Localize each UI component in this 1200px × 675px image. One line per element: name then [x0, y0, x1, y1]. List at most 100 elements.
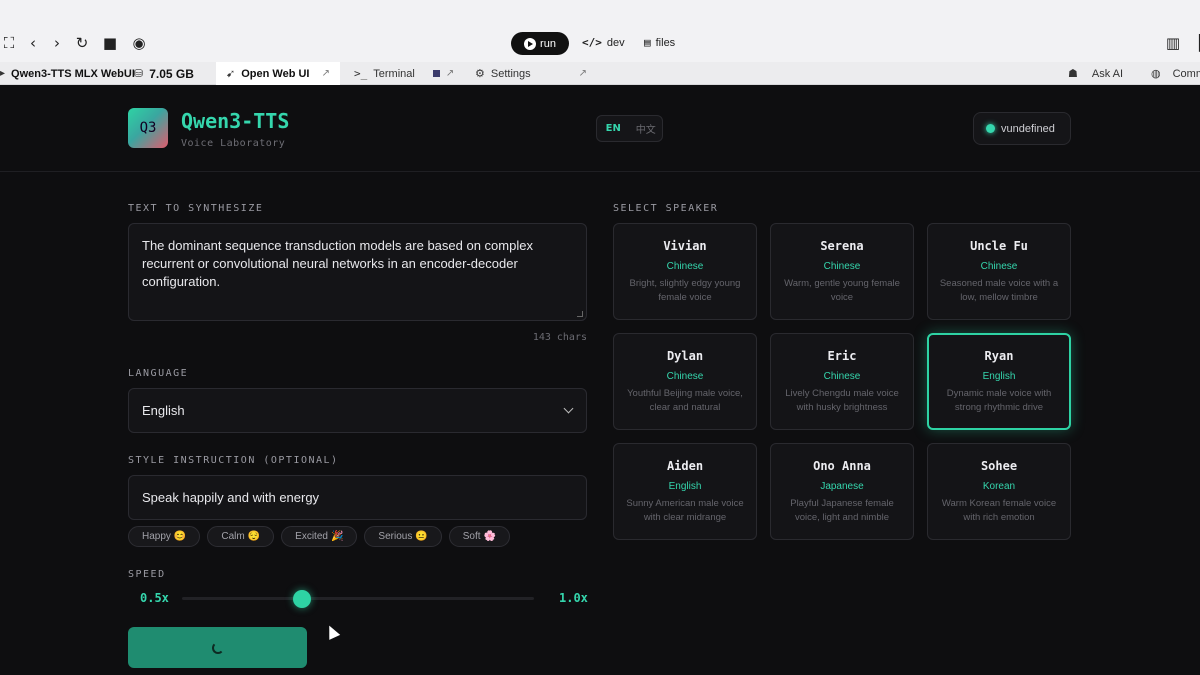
- text-input-value: The dominant sequence transduction model…: [142, 238, 533, 289]
- tab-settings-label: Settings: [490, 67, 531, 80]
- resize-handle-icon[interactable]: [577, 311, 583, 317]
- chevron-down-icon: [563, 403, 574, 414]
- neutral-face-icon: 😐: [415, 531, 428, 542]
- files-link[interactable]: ▤ files: [644, 36, 675, 49]
- speaker-card-ono-anna[interactable]: Ono Anna Japanese Playful Japanese female …: [770, 443, 914, 540]
- ui-language-toggle: EN 中文: [596, 115, 663, 142]
- sidebar-icon[interactable]: ▐: [1190, 34, 1200, 52]
- lang-en-option[interactable]: EN: [597, 123, 630, 134]
- style-instruction-input[interactable]: Speak happily and with energy: [128, 475, 587, 520]
- terminal-icon: >_: [354, 67, 368, 80]
- browser-toolbar: [0, 0, 1200, 62]
- camera-icon[interactable]: ■: [101, 34, 119, 52]
- speed-min-label: 0.5x: [140, 591, 169, 605]
- style-label: STYLE INSTRUCTION (OPTIONAL): [128, 455, 339, 466]
- dev-link[interactable]: </> dev: [582, 36, 625, 49]
- speaker-name: Sohee: [980, 459, 1018, 473]
- text-input[interactable]: The dominant sequence transduction model…: [128, 223, 587, 321]
- speed-value-label: 1.0x: [559, 591, 588, 605]
- speaker-card-sohee[interactable]: Sohee Korean Warm Korean female voice with…: [927, 443, 1071, 540]
- eye-icon[interactable]: ◉: [130, 34, 148, 52]
- preset-label: Soft: [462, 531, 481, 542]
- mouse-cursor-icon: [323, 623, 341, 640]
- tab-open-web-ui[interactable]: ➹ Open Web UI ↗: [216, 62, 340, 85]
- speaker-card-dylan[interactable]: Dylan Chinese Youthful Beijing male voice,…: [613, 333, 757, 430]
- speed-label: SPEED: [128, 569, 166, 580]
- speaker-card-aiden[interactable]: Aiden English Sunny American male voice wi…: [613, 443, 757, 540]
- status-text: vundefined: [1001, 122, 1055, 135]
- app-root: Q3 Qwen3-TTS Voice Laboratory EN 中文 vund…: [0, 85, 1200, 675]
- speaker-card-uncle-fu[interactable]: Uncle Fu Chinese Seasoned male voice with …: [927, 223, 1071, 320]
- language-label: LANGUAGE: [128, 368, 189, 379]
- preset-chip-excited[interactable]: Excited 🎉: [281, 526, 358, 547]
- preset-chip-calm[interactable]: Calm 😌: [207, 526, 275, 547]
- tab-community[interactable]: ◍ Comm: [1151, 62, 1200, 85]
- language-selected-value: English: [142, 403, 185, 418]
- reload-icon[interactable]: ↻: [73, 34, 91, 52]
- speaker-language: Chinese: [666, 261, 704, 272]
- speaker-language: Korean: [982, 481, 1016, 492]
- speaker-description: Seasoned male voice with a low, mellow t…: [939, 278, 1059, 303]
- speaker-language: English: [668, 481, 702, 492]
- language-select[interactable]: English: [128, 388, 587, 433]
- blossom-icon: 🌸: [483, 531, 497, 542]
- robot-icon: ☗: [1068, 67, 1078, 80]
- preset-label: Excited: [295, 531, 328, 542]
- rocket-icon: ➹: [226, 67, 236, 80]
- run-button[interactable]: run: [511, 32, 569, 55]
- external-link-icon[interactable]: ↗: [322, 68, 330, 79]
- speaker-language: Chinese: [666, 371, 704, 382]
- speaker-name: Aiden: [666, 459, 704, 473]
- external-link-icon[interactable]: ↗: [446, 68, 454, 79]
- dev-label: dev: [606, 36, 625, 49]
- speaker-card-ryan[interactable]: Ryan English Dynamic male voice with stron…: [927, 333, 1071, 430]
- lang-zh-option[interactable]: 中文: [630, 121, 663, 136]
- party-popper-icon: 🎉: [330, 531, 344, 542]
- back-icon[interactable]: ‹: [24, 34, 42, 52]
- speed-slider[interactable]: [182, 590, 534, 608]
- terminal-app-icon: ▸: [0, 68, 6, 79]
- style-instruction-value: Speak happily and with energy: [142, 490, 320, 505]
- speaker-name: Serena: [820, 239, 864, 253]
- preset-chip-soft[interactable]: Soft 🌸: [448, 526, 511, 547]
- gear-icon: ⚙: [475, 67, 485, 80]
- preset-chip-happy[interactable]: Happy 😊: [128, 526, 201, 547]
- speaker-description: Lively Chengdu male voice with husky bri…: [785, 388, 899, 413]
- speaker-description: Sunny American male voice with clear mid…: [626, 498, 744, 523]
- smile-icon: 😊: [173, 531, 187, 542]
- speaker-language: English: [982, 371, 1016, 382]
- stop-icon[interactable]: [432, 70, 440, 77]
- tab-settings[interactable]: ⚙ Settings ↗: [475, 62, 587, 85]
- tab-terminal[interactable]: >_ Terminal ↗: [354, 62, 454, 85]
- forward-icon[interactable]: ›: [48, 34, 66, 52]
- tab-app[interactable]: ▸ Qwen3-TTS MLX WebUI: [0, 62, 135, 85]
- speaker-name: Vivian: [663, 239, 707, 253]
- speaker-description: Playful Japanese female voice, light and…: [790, 498, 894, 523]
- tab-app-label: Qwen3-TTS MLX WebUI: [11, 67, 135, 80]
- speaker-card-vivian[interactable]: Vivian Chinese Bright, slightly edgy young…: [613, 223, 757, 320]
- speaker-name: Eric: [827, 349, 857, 363]
- speaker-card-serena[interactable]: Serena Chinese Warm, gentle young female v…: [770, 223, 914, 320]
- speaker-description: Youthful Beijing male voice, clear and n…: [627, 388, 743, 413]
- memory-indicator: ⛁ 7.05 GB: [134, 62, 194, 85]
- preset-label: Serious: [378, 531, 413, 542]
- code-icon: </>: [582, 36, 602, 49]
- speaker-name: Ryan: [984, 349, 1014, 363]
- split-view-icon[interactable]: ▥: [1164, 34, 1182, 52]
- tab-open-web-ui-label: Open Web UI: [241, 67, 310, 80]
- generate-button[interactable]: [128, 627, 307, 668]
- external-link-icon[interactable]: ↗: [579, 68, 587, 79]
- speaker-description: Warm Korean female voice with rich emoti…: [941, 498, 1057, 523]
- tab-ask-ai[interactable]: ☗ Ask AI: [1068, 62, 1123, 85]
- run-label: run: [540, 37, 556, 50]
- preset-label: Calm: [221, 531, 245, 542]
- speaker-description: Bright, slightly edgy young female voice: [629, 278, 741, 303]
- speed-slider-thumb[interactable]: [292, 590, 311, 608]
- speaker-card-eric[interactable]: Eric Chinese Lively Chengdu male voice wit…: [770, 333, 914, 430]
- page-title: Qwen3-TTS: [181, 109, 290, 133]
- speaker-name: Dylan: [666, 349, 704, 363]
- fullscreen-icon[interactable]: ⛶: [0, 34, 18, 52]
- speaker-description: Warm, gentle young female voice: [784, 278, 900, 303]
- preset-chip-serious[interactable]: Serious 😐: [364, 526, 442, 547]
- logo: Q3: [128, 108, 168, 148]
